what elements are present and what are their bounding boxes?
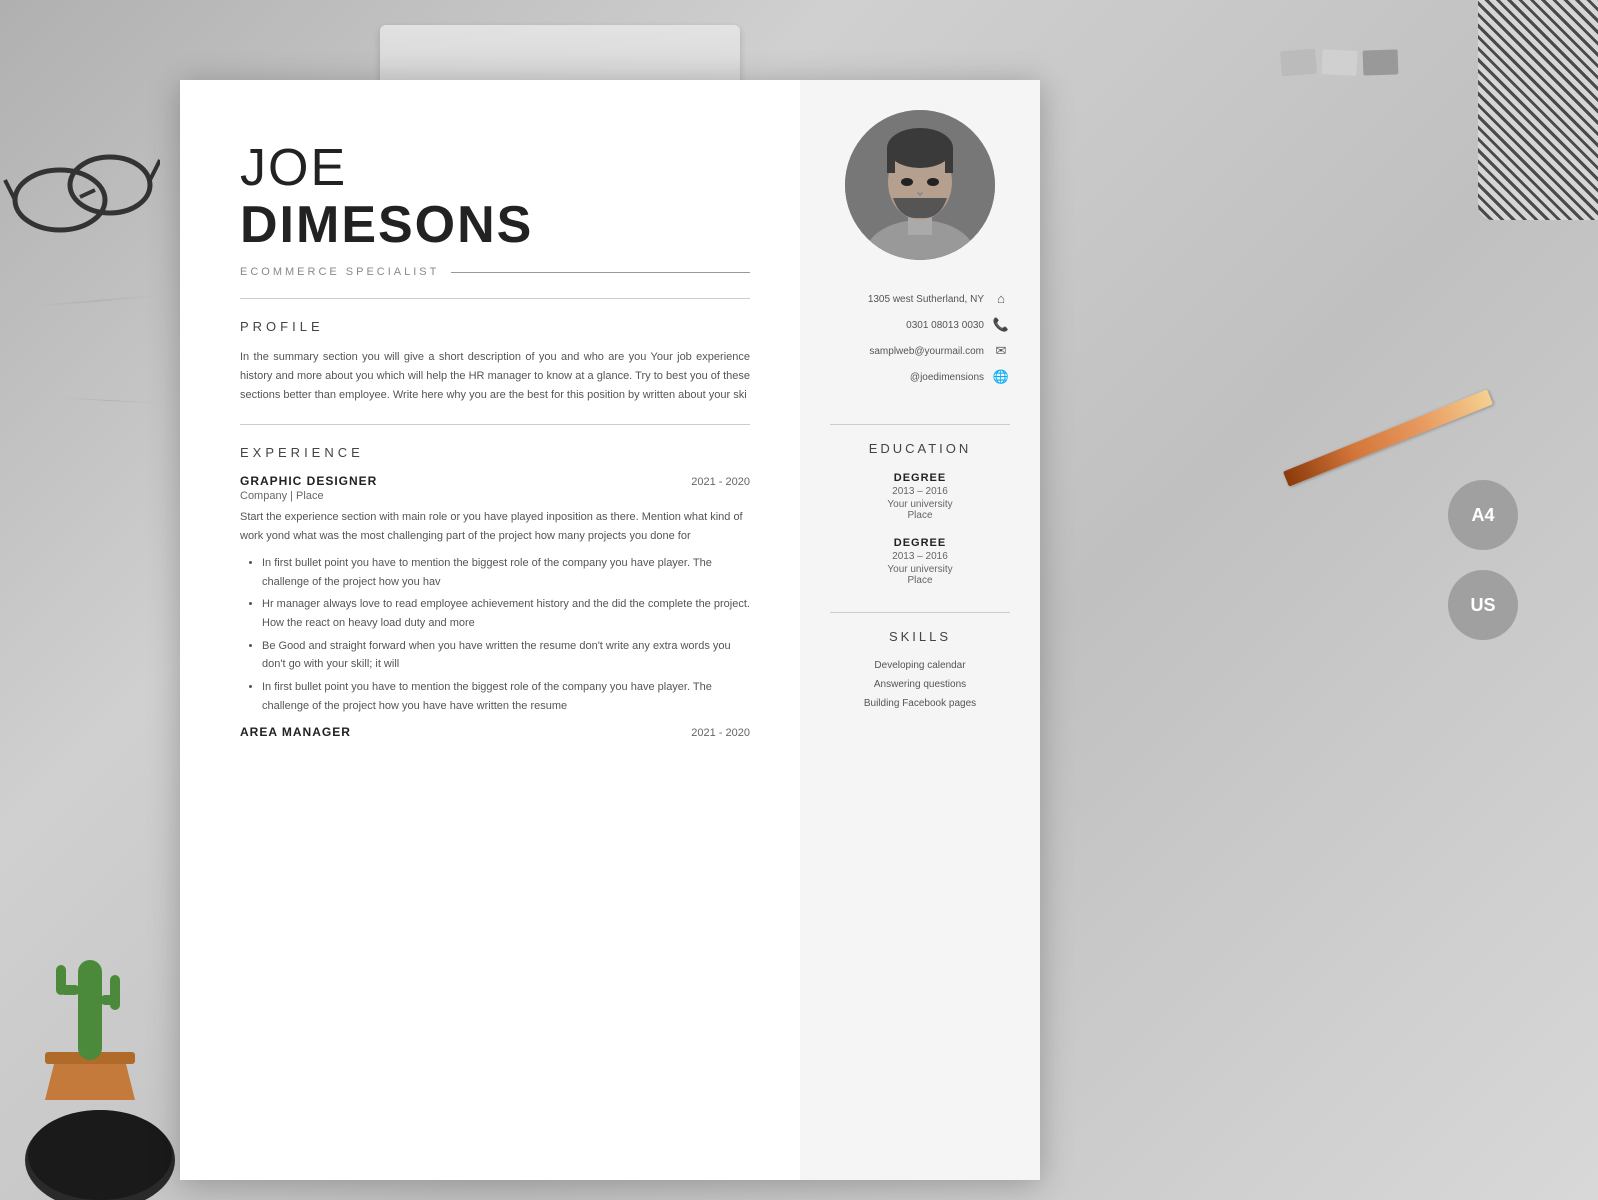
- bullet-item: In first bullet point you have to mentio…: [262, 554, 750, 591]
- phone-row: 0301 08013 0030 📞: [830, 316, 1010, 334]
- last-name: DIMESONS: [240, 197, 750, 254]
- skill-item-1: Developing calendar: [874, 660, 965, 671]
- job1-header: GRAPHIC DESIGNER 2021 - 2020: [240, 474, 750, 488]
- education-section-title: EDUCATION: [869, 441, 972, 456]
- job-title: ECOMMERCE SPECIALIST: [240, 266, 750, 278]
- email-icon: ✉: [992, 342, 1010, 360]
- job1-bullets: In first bullet point you have to mentio…: [240, 554, 750, 716]
- skills-section-title: SKILLS: [889, 629, 951, 644]
- address-row: 1305 west Sutherland, NY ⌂: [830, 290, 1010, 308]
- a4-label: A4: [1471, 505, 1494, 526]
- edu-entry-1: DEGREE 2013 – 2016 Your university Place: [887, 472, 952, 521]
- first-name: JOE: [240, 140, 750, 197]
- resume-right-sidebar: 1305 west Sutherland, NY ⌂ 0301 08013 00…: [800, 80, 1040, 1180]
- skill-item-2: Answering questions: [874, 679, 966, 690]
- profile-photo: [845, 110, 995, 260]
- contact-section: 1305 west Sutherland, NY ⌂ 0301 08013 00…: [830, 290, 1010, 394]
- edu1-university: Your university: [887, 499, 952, 510]
- phone-icon: 📞: [992, 316, 1010, 334]
- email-text: samplweb@yourmail.com: [869, 346, 984, 357]
- job1-company: Company | Place: [240, 490, 750, 502]
- contact-divider: [830, 424, 1010, 425]
- profile-text: In the summary section you will give a s…: [240, 348, 750, 404]
- edu-entry-2: DEGREE 2013 – 2016 Your university Place: [887, 537, 952, 586]
- us-size-button[interactable]: US: [1448, 570, 1518, 640]
- address-text: 1305 west Sutherland, NY: [868, 294, 984, 305]
- job1-description: Start the experience section with main r…: [240, 508, 750, 545]
- us-label: US: [1470, 595, 1495, 616]
- job1-title: GRAPHIC DESIGNER: [240, 474, 377, 488]
- edu2-university: Your university: [887, 564, 952, 575]
- experience-section-title: EXPERIENCE: [240, 445, 750, 460]
- bullet-item: Hr manager always love to read employee …: [262, 595, 750, 632]
- edu1-degree: DEGREE: [887, 472, 952, 484]
- phone-text: 0301 08013 0030: [906, 320, 984, 331]
- edu1-place: Place: [887, 510, 952, 521]
- a4-size-button[interactable]: A4: [1448, 480, 1518, 550]
- edu2-place: Place: [887, 575, 952, 586]
- name-section: JOE DIMESONS ECOMMERCE SPECIALIST: [240, 140, 750, 278]
- bullet-item: In first bullet point you have to mentio…: [262, 678, 750, 715]
- edu1-years: 2013 – 2016: [887, 486, 952, 497]
- web-icon: 🌐: [992, 368, 1010, 386]
- bullet-item: Be Good and straight forward when you ha…: [262, 637, 750, 674]
- edu2-years: 2013 – 2016: [887, 551, 952, 562]
- resume-left-panel: JOE DIMESONS ECOMMERCE SPECIALIST PROFIL…: [180, 80, 800, 1180]
- profile-divider: [240, 424, 750, 425]
- website-row: @joedimensions 🌐: [830, 368, 1010, 386]
- website-text: @joedimensions: [910, 372, 984, 383]
- job2-date: 2021 - 2020: [691, 727, 750, 739]
- resume-paper: JOE DIMESONS ECOMMERCE SPECIALIST PROFIL…: [180, 80, 1040, 1180]
- home-icon: ⌂: [992, 290, 1010, 308]
- job1-date: 2021 - 2020: [691, 476, 750, 488]
- job2-title: AREA MANAGER: [240, 725, 351, 739]
- email-row: samplweb@yourmail.com ✉: [830, 342, 1010, 360]
- paper-size-options: A4 US: [1448, 480, 1518, 640]
- education-divider: [830, 612, 1010, 613]
- name-divider: [240, 298, 750, 299]
- edu2-degree: DEGREE: [887, 537, 952, 549]
- job2-header: AREA MANAGER 2021 - 2020: [240, 725, 750, 739]
- skill-item-3: Building Facebook pages: [864, 698, 976, 709]
- profile-section-title: PROFILE: [240, 319, 750, 334]
